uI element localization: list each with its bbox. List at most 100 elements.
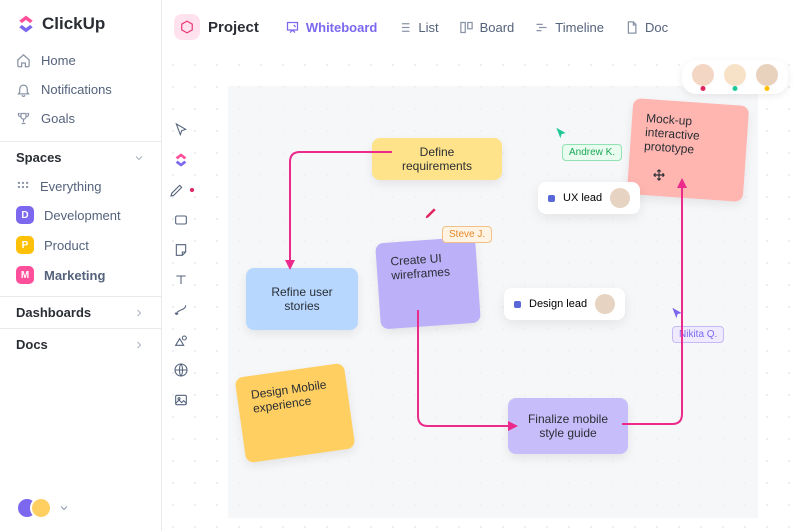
cursor-label-nikita: Nikita Q. <box>672 326 724 343</box>
tool-pen[interactable] <box>169 182 194 198</box>
bell-icon <box>16 82 31 97</box>
tool-connector[interactable] <box>173 302 189 318</box>
board-icon <box>459 20 474 35</box>
tool-text[interactable] <box>173 272 189 288</box>
tool-image[interactable] <box>173 392 189 408</box>
space-marketing[interactable]: M Marketing <box>0 260 161 290</box>
status-square-icon <box>514 301 521 308</box>
brand-name: ClickUp <box>42 14 105 34</box>
note-create[interactable]: Create UI wireframes <box>375 237 481 330</box>
move-handle-icon[interactable] <box>652 168 666 187</box>
nav-notifications[interactable]: Notifications <box>0 75 161 104</box>
project-icon <box>174 14 200 40</box>
space-badge-prod: P <box>16 236 34 254</box>
tool-web[interactable] <box>173 362 189 378</box>
note-finalize[interactable]: Finalize mobile style guide <box>508 398 628 454</box>
whiteboard-canvas[interactable]: Define requirements Refine user stories … <box>162 54 800 531</box>
toolbox <box>168 122 194 408</box>
clickup-icon <box>173 152 189 168</box>
shapes-icon <box>173 332 189 348</box>
avatar <box>595 294 615 314</box>
space-badge-mkt: M <box>16 266 34 284</box>
view-doc-label: Doc <box>645 20 668 35</box>
project-label: Project <box>208 19 259 36</box>
collaborators[interactable] <box>682 60 788 94</box>
cursor-label-steve: Steve J. <box>442 226 492 243</box>
status-dot <box>701 86 706 91</box>
avatar <box>610 188 630 208</box>
pencil-cursor-icon <box>424 206 438 225</box>
profile-switcher[interactable] <box>0 485 161 531</box>
arrow-cursor-icon <box>554 126 568 145</box>
nav-home-label: Home <box>41 53 76 68</box>
dashboards-label: Dashboards <box>16 305 91 320</box>
docs-label: Docs <box>16 337 48 352</box>
note-mockup[interactable]: Mock-up interactive prototype <box>627 98 749 202</box>
chevron-down-icon <box>58 502 70 514</box>
project-chip[interactable]: Project <box>174 14 259 40</box>
trophy-icon <box>16 111 31 126</box>
space-product-label: Product <box>44 238 89 253</box>
timeline-icon <box>534 20 549 35</box>
space-badge-dev: D <box>16 206 34 224</box>
tool-clickup[interactable] <box>173 152 189 168</box>
view-list-label: List <box>418 20 438 35</box>
collaborator-avatar[interactable] <box>724 64 746 86</box>
note-text: Finalize mobile style guide <box>522 412 614 440</box>
dashboards-header[interactable]: Dashboards <box>0 296 161 328</box>
note-text: Design Mobile experience <box>250 377 327 415</box>
view-doc[interactable]: Doc <box>624 20 668 35</box>
view-board[interactable]: Board <box>459 20 515 35</box>
image-icon <box>173 392 189 408</box>
tool-shapes[interactable] <box>173 332 189 348</box>
color-indicator <box>190 188 194 192</box>
nav-goals-label: Goals <box>41 111 75 126</box>
nav-goals[interactable]: Goals <box>0 104 161 133</box>
note-define[interactable]: Define requirements <box>372 138 502 180</box>
nav-home[interactable]: Home <box>0 46 161 75</box>
collaborator-avatar[interactable] <box>692 64 714 86</box>
topbar: Project Whiteboard List Board Timeline D… <box>162 0 800 54</box>
view-whiteboard[interactable]: Whiteboard <box>285 20 378 35</box>
collaborator-avatar[interactable] <box>756 64 778 86</box>
doc-icon <box>624 20 639 35</box>
docs-header[interactable]: Docs <box>0 328 161 360</box>
tag-label: Design lead <box>529 298 587 310</box>
tool-pointer[interactable] <box>173 122 189 138</box>
note-text: Define requirements <box>386 145 488 173</box>
text-icon <box>173 272 189 288</box>
chevron-right-icon <box>133 307 145 319</box>
tool-sticky[interactable] <box>173 242 189 258</box>
connector-icon <box>173 302 189 318</box>
note-mobile[interactable]: Design Mobile experience <box>235 363 356 463</box>
status-square-icon <box>548 195 555 202</box>
brand: ClickUp <box>0 0 161 46</box>
note-text: Create UI wireframes <box>390 251 450 283</box>
tag-ux-lead[interactable]: UX lead <box>538 182 640 214</box>
grid-icon <box>16 180 30 194</box>
home-icon <box>16 53 31 68</box>
space-product[interactable]: P Product <box>0 230 161 260</box>
view-timeline-label: Timeline <box>555 20 604 35</box>
view-whiteboard-label: Whiteboard <box>306 20 378 35</box>
space-everything[interactable]: Everything <box>0 173 161 200</box>
note-refine[interactable]: Refine user stories <box>246 268 358 330</box>
note-text: Mock-up interactive prototype <box>644 111 701 156</box>
spaces-header[interactable]: Spaces <box>0 141 161 173</box>
avatar <box>30 497 52 519</box>
tag-design-lead[interactable]: Design lead <box>504 288 625 320</box>
chevron-right-icon <box>133 339 145 351</box>
sidebar: ClickUp Home Notifications Goals Spaces … <box>0 0 162 531</box>
tag-label: UX lead <box>563 192 602 204</box>
chevron-down-icon <box>133 152 145 164</box>
space-marketing-label: Marketing <box>44 268 105 283</box>
view-list[interactable]: List <box>397 20 438 35</box>
clickup-logo-icon <box>16 14 36 34</box>
rectangle-icon <box>173 212 189 228</box>
space-development[interactable]: D Development <box>0 200 161 230</box>
view-timeline[interactable]: Timeline <box>534 20 604 35</box>
view-board-label: Board <box>480 20 515 35</box>
nav-notifications-label: Notifications <box>41 82 112 97</box>
spaces-header-label: Spaces <box>16 150 62 165</box>
tool-rectangle[interactable] <box>173 212 189 228</box>
